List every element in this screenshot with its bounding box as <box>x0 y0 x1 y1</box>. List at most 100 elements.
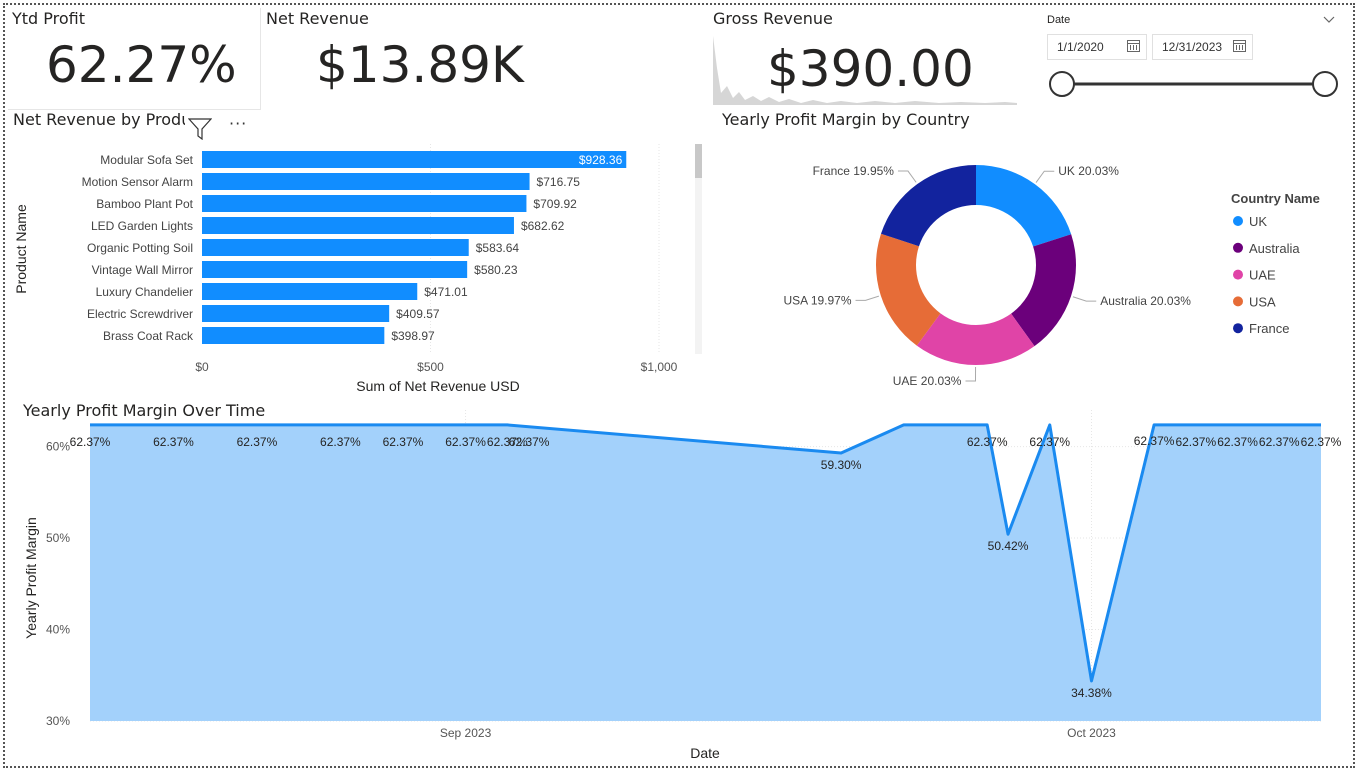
data-label: 62.37% <box>1029 435 1070 449</box>
data-label: 62.37% <box>237 435 278 449</box>
data-label: $471.01 <box>424 285 468 299</box>
bar[interactable] <box>202 261 468 278</box>
scrollbar-thumb[interactable] <box>695 144 702 178</box>
data-label: $716.75 <box>537 175 581 189</box>
data-label: 62.37% <box>445 435 486 449</box>
data-label: $398.97 <box>391 329 435 343</box>
data-label: $409.57 <box>396 307 440 321</box>
slice-label: Australia 20.03% <box>1100 294 1191 308</box>
legend-marker[interactable] <box>1233 269 1243 280</box>
slider-start-handle[interactable] <box>1049 71 1075 97</box>
data-label: 50.42% <box>988 539 1029 553</box>
y-axis-title: Yearly Profit Margin <box>23 517 39 639</box>
data-label: 62.37% <box>509 435 550 449</box>
legend-marker[interactable] <box>1233 323 1243 334</box>
x-tick-label: $1,000 <box>641 360 678 374</box>
bar[interactable] <box>202 239 469 256</box>
data-label: 62.37% <box>320 435 361 449</box>
bar[interactable] <box>202 305 390 322</box>
category-label: Organic Potting Soil <box>87 241 193 255</box>
gross-revenue-card[interactable]: Gross Revenue $390.00 <box>709 8 1021 108</box>
data-label: $580.23 <box>474 263 518 277</box>
gross-revenue-title: Gross Revenue <box>713 9 833 28</box>
calendar-icon[interactable] <box>1127 40 1140 52</box>
slice-label: UK 20.03% <box>1058 164 1119 178</box>
legend-item[interactable]: France <box>1249 321 1289 336</box>
start-date-input[interactable]: 1/1/2020 <box>1047 34 1147 60</box>
data-label: 62.37% <box>153 435 194 449</box>
ytd-profit-card[interactable]: Ytd Profit 62.27% <box>8 8 261 110</box>
data-label: 59.30% <box>821 458 862 472</box>
profit-margin-over-time-visual[interactable]: Yearly Profit Margin Over Time 30% 40% 50%… <box>8 398 1352 766</box>
bar[interactable] <box>202 173 530 190</box>
leader-line <box>1035 170 1055 183</box>
end-date-input[interactable]: 12/31/2023 <box>1152 34 1253 60</box>
legend-item[interactable]: UAE <box>1249 268 1276 283</box>
data-label: 62.37% <box>1134 434 1175 448</box>
net-revenue-card[interactable]: Net Revenue $13.89K <box>262 8 692 106</box>
category-label: Brass Coat Rack <box>103 329 194 343</box>
x-tick-label: Oct 2023 <box>1067 726 1116 740</box>
bar-chart-svg: $0 $500 $1,000 Modular Sofa Set $928.36 Motio… <box>13 144 702 394</box>
bar[interactable] <box>202 151 627 168</box>
category-label: Bamboo Plant Pot <box>96 197 193 211</box>
legend-marker[interactable] <box>1233 242 1243 253</box>
y-tick-label: 40% <box>46 623 70 637</box>
net-revenue-by-product-visual[interactable]: Net Revenue by Produ ··· $0 $500 $1,000 Mod… <box>8 108 708 398</box>
slice-label: UAE 20.03% <box>893 374 962 388</box>
area-fill <box>90 424 1321 721</box>
data-label: 62.37% <box>967 435 1008 449</box>
data-label: 62.37% <box>1175 435 1216 449</box>
net-revenue-value: $13.89K <box>316 36 524 94</box>
profit-margin-by-country-visual[interactable]: Yearly Profit Margin by Country UK 20.03… <box>712 108 1352 398</box>
bar[interactable] <box>202 327 385 344</box>
data-label: $682.62 <box>521 219 565 233</box>
data-label: $928.36 <box>579 153 623 167</box>
category-label: Luxury Chandelier <box>96 285 193 299</box>
bar[interactable] <box>202 195 527 212</box>
data-label: $709.92 <box>533 197 577 211</box>
legend-marker[interactable] <box>1233 296 1243 307</box>
ytd-profit-value: 62.27% <box>46 36 237 94</box>
calendar-icon[interactable] <box>1233 40 1246 52</box>
leader-line <box>897 170 917 183</box>
x-tick-label: $500 <box>417 360 444 374</box>
data-label: 62.37% <box>1217 435 1258 449</box>
bar[interactable] <box>202 217 514 234</box>
chevron-down-icon[interactable] <box>1323 16 1335 24</box>
data-label: 62.37% <box>383 435 424 449</box>
leader-line <box>1072 296 1097 302</box>
category-label: Electric Screwdriver <box>87 307 193 321</box>
legend-item[interactable]: UK <box>1249 214 1267 229</box>
date-slicer[interactable]: Date 1/1/2020 12/31/2023 <box>1040 8 1340 108</box>
legend-marker[interactable] <box>1233 216 1243 226</box>
slider-end-handle[interactable] <box>1312 71 1338 97</box>
leader-line <box>965 366 977 382</box>
data-label: 62.37% <box>70 435 111 449</box>
y-tick-label: 60% <box>46 440 70 454</box>
date-range-slider[interactable] <box>1040 64 1340 104</box>
data-label: 62.37% <box>1301 435 1342 449</box>
net-revenue-title: Net Revenue <box>266 9 369 28</box>
donut-slice[interactable] <box>976 165 1072 247</box>
x-axis-title: Date <box>690 745 720 761</box>
x-tick-label: $0 <box>195 360 209 374</box>
category-label: LED Garden Lights <box>91 219 193 233</box>
category-label: Vintage Wall Mirror <box>92 263 193 277</box>
legend-item[interactable]: Australia <box>1249 241 1300 256</box>
gross-revenue-value: $390.00 <box>767 40 974 98</box>
end-date-value: 12/31/2023 <box>1162 40 1223 54</box>
area-chart-svg: 30%40%50%60%Sep 2023 Oct 202362.37% 62.37%… <box>23 410 1342 761</box>
bar[interactable] <box>202 283 418 300</box>
data-label: 34.38% <box>1071 686 1112 700</box>
donut-chart-svg: UK 20.03% Australia 20.03% UAE 20.03% USA 1… <box>783 164 1319 388</box>
y-tick-label: 30% <box>46 714 70 728</box>
data-label: 62.37% <box>1259 435 1300 449</box>
legend-item[interactable]: USA <box>1249 294 1276 309</box>
x-tick-label: Sep 2023 <box>440 726 492 740</box>
slice-label: USA 19.97% <box>783 293 851 307</box>
donut-slice[interactable] <box>880 165 976 247</box>
category-label: Motion Sensor Alarm <box>82 175 193 189</box>
start-date-value: 1/1/2020 <box>1057 40 1104 54</box>
leader-line <box>855 295 880 301</box>
